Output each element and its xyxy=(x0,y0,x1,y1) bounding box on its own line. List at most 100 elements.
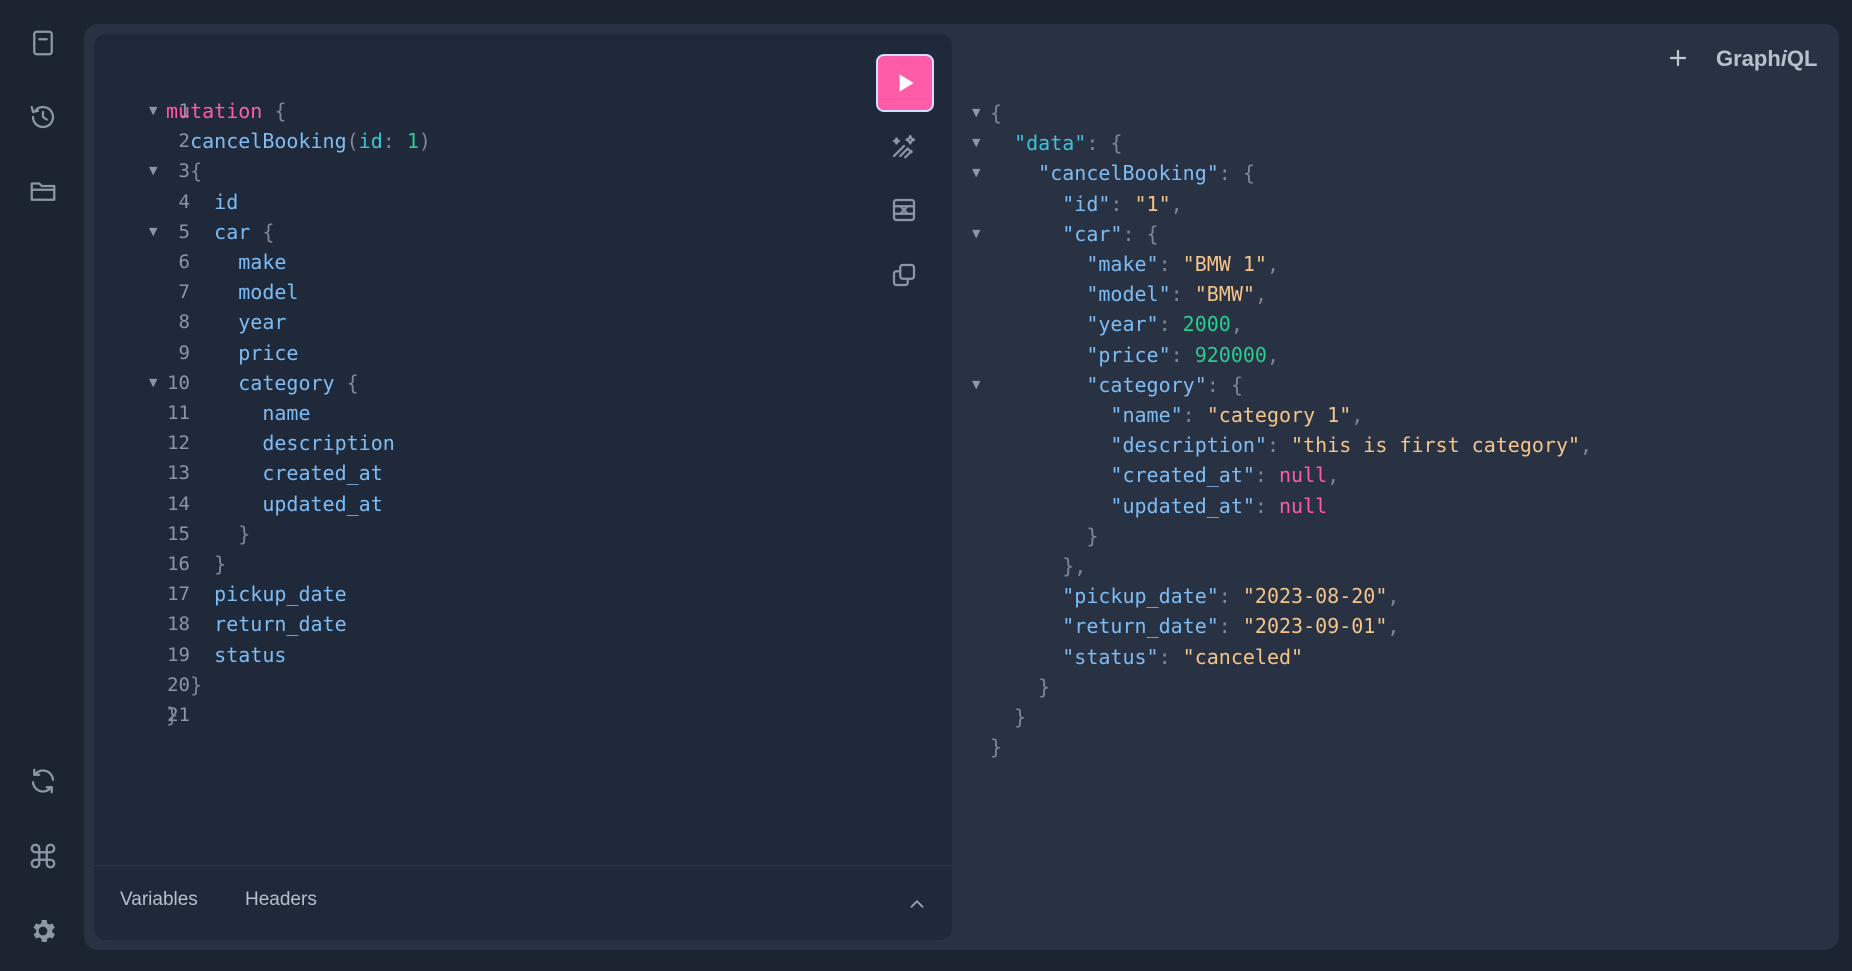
fold-toggle-icon[interactable]: ▼ xyxy=(972,227,980,240)
query-code-line[interactable]: description xyxy=(166,428,394,458)
code-token: ( xyxy=(346,129,359,154)
query-code-line[interactable]: status xyxy=(166,640,286,670)
response-token: "pickup_date" xyxy=(990,584,1219,609)
query-code-line[interactable]: id xyxy=(166,187,238,217)
response-code-line: "pickup_date": "2023-08-20", xyxy=(990,581,1399,611)
tab-headers[interactable]: Headers xyxy=(245,889,317,911)
query-code-line[interactable]: } xyxy=(166,670,202,700)
query-code-line[interactable]: updated_at xyxy=(166,489,383,519)
docs-button[interactable] xyxy=(22,22,64,64)
code-token: { xyxy=(166,159,203,184)
explorer-button[interactable] xyxy=(22,170,64,212)
response-code-line: } xyxy=(990,732,1002,762)
response-token: null xyxy=(1279,463,1328,488)
query-code-line[interactable]: cancelBooking(id: 1) xyxy=(166,126,431,156)
response-token: "2023-09-01" xyxy=(1242,614,1388,639)
response-code-line: { xyxy=(990,98,1002,128)
response-token: 2000 xyxy=(1182,312,1231,337)
response-code-line: "name": "category 1", xyxy=(990,400,1363,430)
query-code-line[interactable]: } xyxy=(166,519,250,549)
play-icon xyxy=(899,74,914,92)
code-token: updated_at xyxy=(166,491,383,516)
response-token: , xyxy=(1351,403,1364,427)
response-code-line: "car": { xyxy=(990,219,1158,249)
response-token: : xyxy=(1254,463,1279,488)
response-token: { xyxy=(990,101,1003,125)
query-code-line[interactable]: make xyxy=(166,247,286,277)
code-token: { xyxy=(262,99,287,123)
response-code-line: "year": 2000, xyxy=(990,309,1243,339)
query-code-line[interactable]: created_at xyxy=(166,458,383,488)
response-token: "data" xyxy=(990,131,1087,156)
fold-toggle-icon[interactable]: ▼ xyxy=(149,376,157,389)
merge-fragments-icon xyxy=(892,198,916,222)
query-code-line[interactable]: } xyxy=(166,700,178,730)
refetch-schema-button[interactable] xyxy=(22,760,64,802)
response-code-line: "status": "canceled" xyxy=(990,642,1303,672)
query-code-line[interactable]: } xyxy=(166,549,226,579)
code-token: id xyxy=(358,129,383,154)
response-token: "car" xyxy=(990,221,1123,246)
code-token: category xyxy=(166,370,335,395)
response-token: }, xyxy=(990,554,1087,578)
copy-query-button[interactable] xyxy=(886,257,922,293)
response-token: , xyxy=(1266,252,1280,276)
response-token: 920000 xyxy=(1194,342,1267,367)
fold-toggle-icon[interactable]: ▼ xyxy=(149,164,157,177)
response-code-line: } xyxy=(990,672,1050,702)
settings-button[interactable] xyxy=(22,910,64,952)
response-token: null xyxy=(1279,493,1328,518)
query-code-line[interactable]: car { xyxy=(166,217,274,247)
response-token: : xyxy=(1218,584,1243,609)
response-token: : xyxy=(1158,644,1183,669)
response-token: , xyxy=(1170,191,1183,216)
tab-variables[interactable]: Variables xyxy=(120,889,198,911)
merge-fragments-button[interactable] xyxy=(886,192,922,228)
response-token: "price" xyxy=(990,342,1171,367)
response-code-line: "updated_at": null xyxy=(990,491,1327,521)
query-editor[interactable]: 1 ▼ mutation {2 cancelBooking(id: 1) 3 ▼ {4 … xyxy=(94,34,952,940)
query-code-line[interactable]: mutation { xyxy=(166,96,286,126)
shortcuts-button[interactable] xyxy=(22,835,64,877)
add-tab-button[interactable] xyxy=(1664,44,1692,72)
response-token: : xyxy=(1218,614,1243,639)
prettify-button[interactable] xyxy=(886,128,922,164)
fold-toggle-icon[interactable]: ▼ xyxy=(972,166,980,179)
response-token: "this is first category" xyxy=(1291,433,1581,458)
response-token: "status" xyxy=(990,644,1159,669)
response-code-line: "data": { xyxy=(990,128,1122,158)
response-token: : xyxy=(1170,282,1195,307)
response-token: : xyxy=(1266,433,1292,458)
code-token: status xyxy=(166,642,287,667)
response-code-line: "category": { xyxy=(990,370,1243,400)
code-token: make xyxy=(166,250,287,274)
fold-toggle-icon[interactable]: ▼ xyxy=(149,104,157,117)
code-token: mutation xyxy=(166,99,263,123)
response-token: : xyxy=(1254,493,1279,518)
fold-toggle-icon[interactable]: ▼ xyxy=(972,136,980,149)
query-code-line[interactable]: return_date xyxy=(166,609,347,639)
code-token: created_at xyxy=(166,461,383,486)
response-token: } xyxy=(990,735,1003,760)
fold-toggle-icon[interactable]: ▼ xyxy=(972,378,980,391)
query-code-line[interactable]: { xyxy=(166,156,202,186)
response-token: "updated_at" xyxy=(990,493,1255,518)
response-code-line: "id": "1", xyxy=(990,189,1183,219)
line-number: 21 xyxy=(167,704,190,726)
run-query-button[interactable] xyxy=(876,54,934,112)
query-code-line[interactable]: model xyxy=(166,277,298,307)
history-button[interactable] xyxy=(22,96,64,138)
query-code-line[interactable]: pickup_date xyxy=(166,579,346,609)
query-code-line[interactable]: year xyxy=(166,307,286,337)
query-code-line[interactable]: price xyxy=(166,338,298,368)
fold-toggle-icon[interactable]: ▼ xyxy=(972,106,980,119)
query-code-line[interactable]: name xyxy=(166,398,310,428)
response-token: , xyxy=(1254,282,1267,307)
toggle-editor-tools-button[interactable] xyxy=(906,893,928,915)
fold-toggle-icon[interactable]: ▼ xyxy=(149,225,157,238)
query-code-line[interactable]: category { xyxy=(166,368,358,398)
code-token: return_date xyxy=(166,612,347,637)
response-code-line: "price": 920000, xyxy=(990,340,1279,370)
code-token: id xyxy=(166,189,239,214)
code-token: } xyxy=(166,703,179,727)
